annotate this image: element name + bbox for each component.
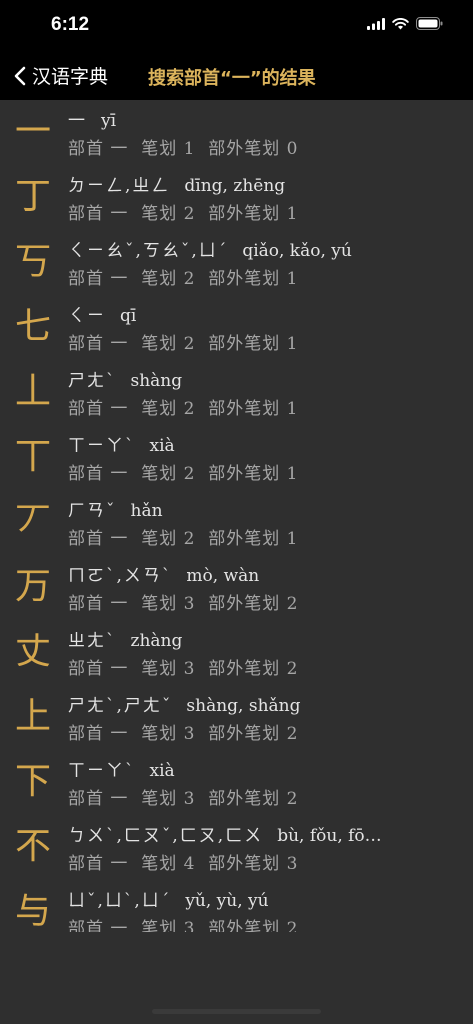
result-list[interactable]: 一 一 yī 部首 一 笔划 1 部外笔划 0 丁 ㄉㄧㄥ,ㄓㄥ dīng, zhē… <box>0 100 473 932</box>
pinyin: shàng <box>130 371 183 391</box>
navigation-bar: 汉语字典 搜索部首“一”的结果 <box>0 52 473 100</box>
bopomofo: ㄒㄧㄚˋ <box>68 436 136 456</box>
character: 不 <box>14 826 51 867</box>
back-button-label: 汉语字典 <box>32 66 109 88</box>
stroke-info: 部首 一 笔划 2 部外笔划 1 <box>68 204 299 224</box>
pronunciation: ㄩˇ,ㄩˋ,ㄩˊ yǔ, yù, yú <box>68 886 269 911</box>
pronunciation: ㄑㄧ qī <box>68 301 136 326</box>
list-item[interactable]: 一 一 yī 部首 一 笔划 1 部外笔划 0 <box>0 100 473 165</box>
stroke-info: 部首 一 笔划 2 部外笔划 1 <box>68 529 299 549</box>
pinyin: xià <box>149 436 175 456</box>
list-item[interactable]: 丅 ㄒㄧㄚˋ xià 部首 一 笔划 2 部外笔划 1 <box>0 425 473 490</box>
list-item[interactable]: 七 ㄑㄧ qī 部首 一 笔划 2 部外笔划 1 <box>0 295 473 360</box>
pinyin: zhàng <box>130 631 183 651</box>
bopomofo: ㄓㄤˋ <box>68 631 117 651</box>
pinyin: qī <box>120 306 137 326</box>
battery-icon <box>416 17 443 30</box>
character: 丁 <box>14 176 51 217</box>
stroke-info: 部首 一 笔划 3 部外笔划 2 <box>68 919 299 932</box>
pinyin: dīng, zhēng <box>184 176 286 196</box>
stroke-info: 部首 一 笔划 2 部外笔划 1 <box>68 269 299 289</box>
bopomofo: ㄇㄛˋ,ㄨㄢˋ <box>68 566 173 586</box>
list-item[interactable]: 万 ㄇㄛˋ,ㄨㄢˋ mò, wàn 部首 一 笔划 3 部外笔划 2 <box>0 555 473 620</box>
list-item[interactable]: 丈 ㄓㄤˋ zhàng 部首 一 笔划 3 部外笔划 2 <box>0 620 473 685</box>
stroke-info: 部首 一 笔划 4 部外笔划 3 <box>68 854 299 874</box>
pinyin: shàng, shǎng <box>186 696 301 716</box>
character: 上 <box>14 696 51 737</box>
list-item[interactable]: 丆 ㄏㄢˇ hǎn 部首 一 笔划 2 部外笔划 1 <box>0 490 473 555</box>
bopomofo: ㄑㄧ <box>68 306 106 326</box>
pinyin: yǔ, yù, yú <box>185 891 269 911</box>
pronunciation: ㄇㄛˋ,ㄨㄢˋ mò, wàn <box>68 561 259 586</box>
chevron-left-icon <box>14 66 26 85</box>
status-time: 6:12 <box>51 14 90 35</box>
stroke-info: 部首 一 笔划 3 部外笔划 2 <box>68 659 299 679</box>
bopomofo: ㄕㄤˋ <box>68 371 117 391</box>
pronunciation: ㄒㄧㄚˋ xià <box>68 431 175 456</box>
stroke-info: 部首 一 笔划 1 部外笔划 0 <box>68 139 299 159</box>
page-title: 搜索部首“一”的结果 <box>148 68 316 89</box>
pronunciation: ㄓㄤˋ zhàng <box>68 626 182 651</box>
character: 下 <box>14 761 51 802</box>
stroke-info: 部首 一 笔划 2 部外笔划 1 <box>68 399 299 419</box>
list-item[interactable]: 与 ㄩˇ,ㄩˋ,ㄩˊ yǔ, yù, yú 部首 一 笔划 3 部外笔划 2 <box>0 880 473 932</box>
bopomofo: 一 <box>68 111 87 131</box>
pinyin: yī <box>101 111 117 131</box>
character: 万 <box>14 566 51 607</box>
pronunciation: ㄕㄤˋ shàng <box>68 366 182 391</box>
pinyin: mò, wàn <box>186 566 260 586</box>
pronunciation: ㄉㄧㄥ,ㄓㄥ dīng, zhēng <box>68 171 285 196</box>
character: 七 <box>14 306 51 347</box>
wifi-icon <box>392 17 409 29</box>
stroke-info: 部首 一 笔划 3 部外笔划 2 <box>68 594 299 614</box>
bopomofo: ㄅㄨˋ,ㄈㄡˇ,ㄈㄡ,ㄈㄨ <box>68 826 264 846</box>
list-item[interactable]: 丂 ㄑㄧㄠˇ,ㄎㄠˇ,ㄩˊ qiǎo, kǎo, yú 部首 一 笔划 2 部外笔… <box>0 230 473 295</box>
stroke-info: 部首 一 笔划 3 部外笔划 2 <box>68 789 299 809</box>
character: 丄 <box>14 371 51 412</box>
bopomofo: ㄕㄤˋ,ㄕㄤˇ <box>68 696 173 716</box>
bopomofo: ㄉㄧㄥ,ㄓㄥ <box>68 176 171 196</box>
signal-icon <box>367 17 385 30</box>
pronunciation: ㄏㄢˇ hǎn <box>68 496 163 521</box>
bopomofo: ㄏㄢˇ <box>68 501 117 521</box>
character: 丆 <box>14 501 51 542</box>
status-icons <box>367 17 443 30</box>
stroke-info: 部首 一 笔划 3 部外笔划 2 <box>68 724 299 744</box>
pinyin: bù, fǒu, fō… <box>277 826 382 846</box>
bopomofo: ㄑㄧㄠˇ,ㄎㄠˇ,ㄩˊ <box>68 241 229 261</box>
pronunciation: ㄅㄨˋ,ㄈㄡˇ,ㄈㄡ,ㄈㄨ bù, fǒu, fō… <box>68 821 382 846</box>
list-item[interactable]: 下 ㄒㄧㄚˋ xià 部首 一 笔划 3 部外笔划 2 <box>0 750 473 815</box>
character: 一 <box>14 111 51 152</box>
character: 丅 <box>14 436 51 477</box>
stroke-info: 部首 一 笔划 2 部外笔划 1 <box>68 464 299 484</box>
list-item[interactable]: 丄 ㄕㄤˋ shàng 部首 一 笔划 2 部外笔划 1 <box>0 360 473 425</box>
pronunciation: 一 yī <box>68 106 116 131</box>
list-item[interactable]: 丁 ㄉㄧㄥ,ㄓㄥ dīng, zhēng 部首 一 笔划 2 部外笔划 1 <box>0 165 473 230</box>
pinyin: qiǎo, kǎo, yú <box>242 241 352 261</box>
character: 丈 <box>14 631 51 672</box>
character: 与 <box>14 891 51 932</box>
character: 丂 <box>14 241 51 282</box>
list-item[interactable]: 不 ㄅㄨˋ,ㄈㄡˇ,ㄈㄡ,ㄈㄨ bù, fǒu, fō… 部首 一 笔划 4 部外… <box>0 815 473 880</box>
pinyin: hǎn <box>130 501 163 521</box>
pronunciation: ㄑㄧㄠˇ,ㄎㄠˇ,ㄩˊ qiǎo, kǎo, yú <box>68 236 352 261</box>
stroke-info: 部首 一 笔划 2 部外笔划 1 <box>68 334 299 354</box>
pinyin: xià <box>149 761 175 781</box>
pronunciation: ㄒㄧㄚˋ xià <box>68 756 175 781</box>
pronunciation: ㄕㄤˋ,ㄕㄤˇ shàng, shǎng <box>68 691 301 716</box>
status-bar: 6:12 <box>0 0 473 52</box>
bopomofo: ㄩˇ,ㄩˋ,ㄩˊ <box>68 891 172 911</box>
bopomofo: ㄒㄧㄚˋ <box>68 761 136 781</box>
home-indicator[interactable] <box>152 1009 321 1014</box>
list-item[interactable]: 上 ㄕㄤˋ,ㄕㄤˇ shàng, shǎng 部首 一 笔划 3 部外笔划 2 <box>0 685 473 750</box>
back-button[interactable]: 汉语字典 <box>14 62 108 89</box>
